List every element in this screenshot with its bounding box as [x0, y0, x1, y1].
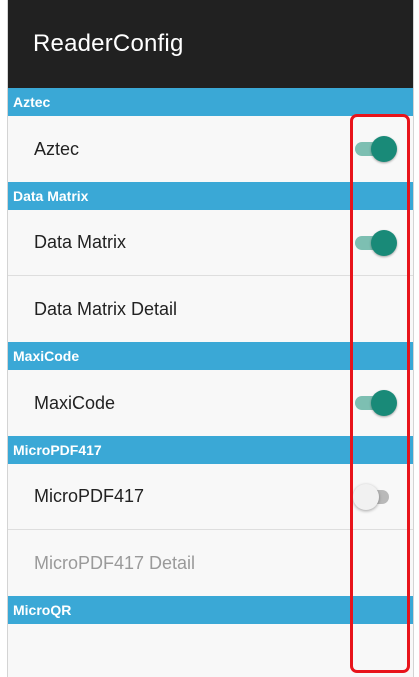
data-matrix-toggle-switch[interactable] — [353, 229, 397, 256]
setting-label: Aztec — [34, 138, 80, 159]
setting-row-maxicode[interactable]: MaxiCode — [8, 370, 413, 436]
app-bar: ReaderConfig — [8, 0, 413, 88]
setting-label: Data Matrix Detail — [34, 298, 178, 319]
aztec-toggle-switch[interactable] — [353, 136, 397, 162]
section-header-data-matrix: Data Matrix — [8, 182, 413, 210]
section-header-micropdf417: MicroPDF417 — [8, 436, 413, 464]
section-header-maxicode: MaxiCode — [8, 342, 413, 370]
setting-row-data-matrix-detail[interactable]: Data Matrix Detail — [8, 276, 413, 342]
switch-thumb — [371, 136, 397, 162]
setting-row-aztec[interactable]: Aztec — [8, 116, 413, 182]
section-header-microqr: MicroQR — [8, 596, 413, 624]
setting-label: MaxiCode — [34, 392, 116, 413]
setting-label: MicroPDF417 Detail — [34, 552, 196, 573]
setting-label: MicroPDF417 — [34, 486, 145, 506]
micropdf417-toggle-switch[interactable] — [353, 483, 397, 510]
phone-screen: ReaderConfig Aztec Aztec Data Matrix Dat… — [7, 0, 414, 677]
setting-row-data-matrix[interactable]: Data Matrix — [8, 210, 413, 276]
setting-row-micropdf417[interactable]: MicroPDF417 — [8, 464, 413, 530]
app-title: ReaderConfig — [33, 30, 184, 57]
switch-thumb — [371, 390, 397, 416]
switch-thumb — [371, 229, 397, 256]
section-header-aztec: Aztec — [8, 88, 413, 116]
setting-row-micropdf417-detail: MicroPDF417 Detail — [8, 530, 413, 596]
setting-label: Data Matrix — [34, 232, 127, 252]
maxicode-toggle-switch[interactable] — [353, 390, 397, 416]
switch-thumb — [353, 483, 379, 510]
